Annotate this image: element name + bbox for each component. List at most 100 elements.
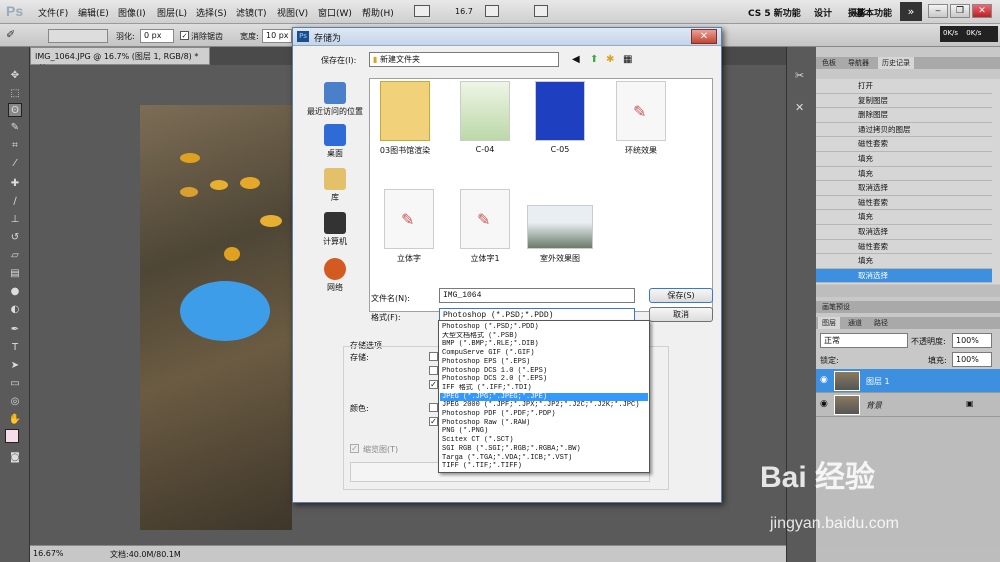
opacity-input[interactable]: 100% <box>952 333 992 348</box>
layer-name[interactable]: 图层 1 <box>866 376 890 387</box>
up-folder-icon[interactable]: ⬆ <box>590 54 598 65</box>
cancel-button[interactable]: 取消 <box>649 307 713 322</box>
format-option[interactable]: CompuServe GIF (*.GIF) <box>440 349 648 357</box>
storage-checkbox[interactable] <box>429 352 438 361</box>
restore-button[interactable]: ❐ <box>950 4 970 18</box>
file-item[interactable]: ✎ 环统效果 <box>606 81 676 156</box>
quick-mask-icon[interactable]: ◙ <box>8 451 22 465</box>
brush-tool-icon[interactable]: ∕ <box>8 195 22 209</box>
menu-select[interactable]: 选择(S) <box>196 6 227 19</box>
history-item[interactable]: 磁性套索 <box>816 137 992 152</box>
tab-navigator[interactable]: 导航器 <box>844 57 873 69</box>
quick-selection-tool-icon[interactable]: ✎ <box>8 121 22 135</box>
format-option[interactable]: Scitex CT (*.SCT) <box>440 436 648 444</box>
tab-paths[interactable]: 路径 <box>870 317 892 329</box>
menu-view[interactable]: 视图(V) <box>277 6 308 19</box>
history-item[interactable]: 打开 <box>816 79 992 94</box>
format-option[interactable]: 大型文档格式 (*.PSB) <box>440 332 648 340</box>
history-item[interactable]: 磁性套索 <box>816 240 992 255</box>
workspace-more-button[interactable]: » <box>900 2 922 21</box>
tab-brush-presets[interactable]: 画笔预设 <box>818 301 854 313</box>
history-item[interactable]: 删除图层 <box>816 108 992 123</box>
tab-history[interactable]: 历史记录 <box>878 57 914 69</box>
save-button[interactable]: 保存(S) <box>649 288 713 303</box>
place-desktop[interactable]: 桌面 <box>301 124 369 159</box>
hand-tool-icon[interactable]: ✋ <box>8 413 22 427</box>
dialog-close-button[interactable]: ✕ <box>691 29 717 44</box>
thumbnail-checkbox[interactable]: ✓ <box>350 444 359 453</box>
save-in-select[interactable]: ▮ 新建文件夹 <box>369 52 559 67</box>
format-option[interactable]: IFF 格式 (*.IFF;*.TDI) <box>440 384 648 392</box>
format-option[interactable]: Photoshop PDF (*.PDF;*.PDP) <box>440 410 648 418</box>
antialias-checkbox[interactable]: ✓ <box>180 31 189 40</box>
format-option[interactable]: Targa (*.TGA;*.VDA;*.ICB;*.VST) <box>440 454 648 462</box>
history-item-selected[interactable]: 取消选择 <box>816 268 992 284</box>
width-input[interactable]: 10 px <box>262 29 292 43</box>
selection-mode-icons[interactable] <box>48 29 108 43</box>
clone-stamp-icon[interactable]: ⊥ <box>8 213 22 227</box>
new-folder-icon[interactable]: ✱ <box>606 54 614 65</box>
storage-checkbox[interactable]: ✓ <box>429 380 438 389</box>
menu-edit[interactable]: 编辑(E) <box>78 6 109 19</box>
workspace-design[interactable]: 设计 <box>814 6 832 19</box>
history-brush-icon[interactable]: ↺ <box>8 231 22 245</box>
blur-tool-icon[interactable]: ● <box>8 285 22 299</box>
color-checkbox[interactable] <box>429 403 438 412</box>
filename-input[interactable]: IMG_1064 <box>439 288 635 303</box>
path-selection-icon[interactable]: ➤ <box>8 359 22 373</box>
hand-tool-icon[interactable] <box>485 5 499 17</box>
place-computer[interactable]: 计算机 <box>301 212 369 247</box>
history-item[interactable]: 填充 <box>816 167 992 182</box>
format-option[interactable]: Photoshop DCS 2.0 (*.EPS) <box>440 375 648 383</box>
format-option[interactable]: SGI RGB (*.SGI;*.RGB;*.RGBA;*.BW) <box>440 445 648 453</box>
dodge-tool-icon[interactable]: ◐ <box>8 303 22 317</box>
3d-rotate-icon[interactable]: ◎ <box>8 395 22 409</box>
file-item[interactable]: C-05 <box>525 81 595 154</box>
format-option[interactable]: Photoshop DCS 1.0 (*.EPS) <box>440 367 648 375</box>
zoom-level[interactable]: 16.7 <box>455 7 473 16</box>
format-option[interactable]: JPEG 2000 (*.JPF;*.JPX;*.JP2;*.J2C;*.J2K… <box>440 401 648 409</box>
place-recent[interactable]: 最近访问的位置 <box>301 82 369 117</box>
storage-checkbox[interactable] <box>429 366 438 375</box>
fill-input[interactable]: 100% <box>952 352 992 367</box>
menu-filter[interactable]: 滤镜(T) <box>236 6 267 19</box>
layer-row[interactable]: ◉ 背景 ▣ <box>816 393 1000 417</box>
layer-name[interactable]: 背景 <box>866 400 882 411</box>
crop-tool-icon[interactable]: ⌗ <box>8 139 22 153</box>
history-item[interactable]: 复制图层 <box>816 94 992 109</box>
marquee-tool-icon[interactable]: ⬚ <box>8 87 22 101</box>
minimize-button[interactable]: ‒ <box>928 4 948 18</box>
format-option[interactable]: Photoshop EPS (*.EPS) <box>440 358 648 366</box>
navigator-panel-icon[interactable]: ✕ <box>795 101 804 114</box>
bridge-icon[interactable] <box>414 5 430 17</box>
document-image[interactable] <box>140 105 292 530</box>
eye-icon[interactable]: ◉ <box>820 399 828 409</box>
history-item[interactable]: 磁性套索 <box>816 196 992 211</box>
eraser-tool-icon[interactable]: ▱ <box>8 249 22 263</box>
document-tab[interactable]: IMG_1064.JPG @ 16.7% (图层 1, RGB/8) * × <box>30 47 210 71</box>
feather-input[interactable]: 0 px <box>140 29 174 43</box>
tab-swatches[interactable]: 色板 <box>818 57 840 69</box>
history-item[interactable]: 通过拷贝的图层 <box>816 123 992 138</box>
lasso-tool-icon[interactable]: ʘ <box>8 103 22 117</box>
swatches-panel-icon[interactable]: ✂ <box>795 69 804 82</box>
menu-help[interactable]: 帮助(H) <box>362 6 394 19</box>
lasso-tool-preset-icon[interactable]: ✐ <box>6 28 26 43</box>
place-network[interactable]: 网络 <box>301 258 369 293</box>
workspace-cs5-new[interactable]: CS 5 新功能 <box>748 6 801 19</box>
format-option-selected[interactable]: JPEG (*.JPG;*.JPEG;*.JPE) <box>440 392 648 401</box>
menu-file[interactable]: 文件(F) <box>38 6 68 19</box>
tab-layers[interactable]: 图层 <box>818 317 840 329</box>
menu-window[interactable]: 窗口(W) <box>318 6 352 19</box>
history-item[interactable]: 填充 <box>816 152 992 167</box>
back-icon[interactable]: ◀ <box>572 54 580 65</box>
foreground-color-swatch[interactable] <box>5 429 19 443</box>
format-option[interactable]: Photoshop (*.PSD;*.PDD) <box>440 323 648 331</box>
file-item[interactable]: 03图书馆渲染 <box>370 81 440 156</box>
format-option[interactable]: BMP (*.BMP;*.RLE;*.DIB) <box>440 340 648 348</box>
format-option[interactable]: TIFF (*.TIF;*.TIFF) <box>440 462 648 470</box>
view-menu-icon[interactable]: ▦ <box>623 54 632 65</box>
format-option[interactable]: PNG (*.PNG) <box>440 427 648 435</box>
file-item[interactable]: C-04 <box>450 81 520 154</box>
format-option[interactable]: Photoshop Raw (*.RAW) <box>440 419 648 427</box>
